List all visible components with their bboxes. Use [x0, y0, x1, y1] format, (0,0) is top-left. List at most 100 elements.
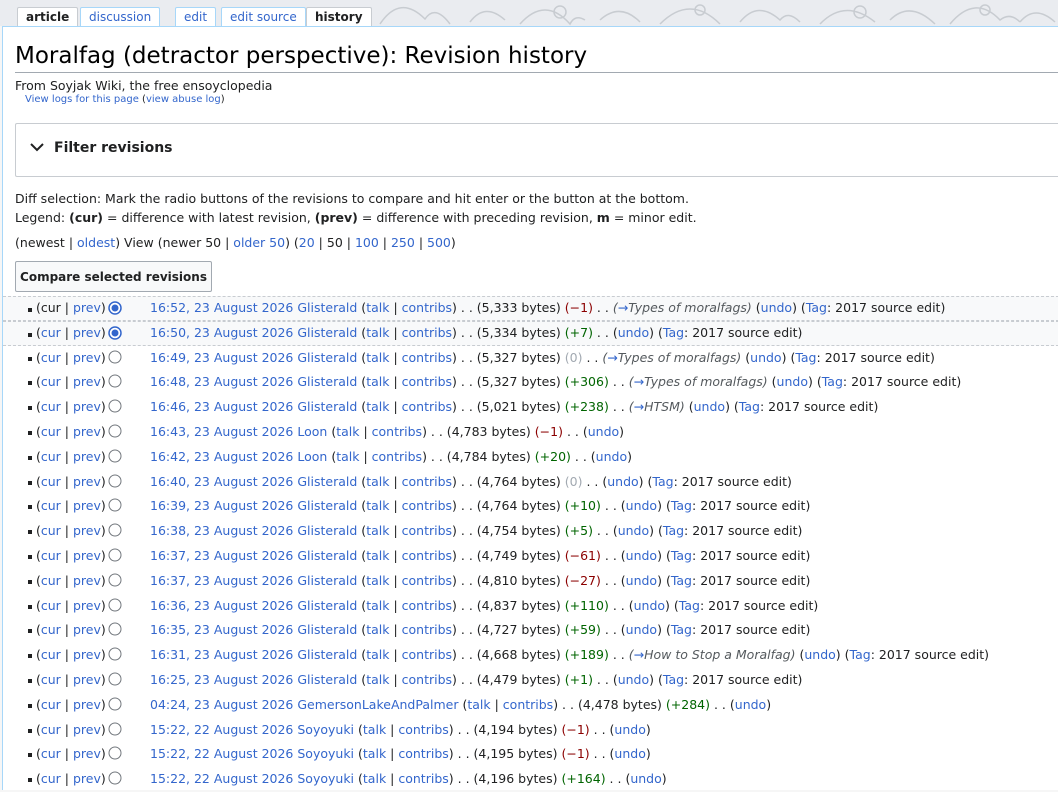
undo-link[interactable]: undo [777, 374, 808, 389]
undo-link[interactable]: undo [804, 647, 835, 662]
revision-radio[interactable] [108, 647, 122, 661]
cur-link[interactable]: cur [41, 722, 61, 737]
user-contribs-link[interactable]: contribs [402, 548, 452, 563]
revision-timestamp-link[interactable]: 16:39, 23 August 2026 [150, 498, 293, 513]
undo-link[interactable]: undo [614, 746, 645, 761]
undo-link[interactable]: undo [761, 300, 792, 315]
user-talk-link[interactable]: talk [366, 474, 389, 489]
user-link[interactable]: Glisterald [297, 350, 357, 365]
limit-250-link[interactable]: 250 [391, 235, 415, 250]
user-link[interactable]: Glisterald [297, 548, 357, 563]
user-talk-link[interactable]: talk [366, 598, 389, 613]
undo-link[interactable]: undo [626, 498, 657, 513]
user-contribs-link[interactable]: contribs [398, 746, 448, 761]
user-link[interactable]: Glisterald [297, 374, 357, 389]
user-talk-link[interactable]: talk [336, 424, 359, 439]
user-contribs-link[interactable]: contribs [398, 771, 448, 786]
cur-link[interactable]: cur [41, 498, 61, 513]
tab-edit[interactable]: edit [175, 7, 217, 26]
user-talk-link[interactable]: talk [366, 622, 389, 637]
user-contribs-link[interactable]: contribs [398, 722, 448, 737]
user-link[interactable]: Glisterald [297, 573, 357, 588]
user-contribs-link[interactable]: contribs [372, 424, 422, 439]
user-link[interactable]: Glisterald [297, 647, 357, 662]
prev-link[interactable]: prev [73, 722, 101, 737]
prev-link[interactable]: prev [73, 647, 101, 662]
user-talk-link[interactable]: talk [366, 672, 389, 687]
revision-timestamp-link[interactable]: 16:40, 23 August 2026 [150, 474, 293, 489]
tag-link[interactable]: Tag [671, 498, 692, 513]
section-link[interactable]: → [634, 647, 644, 662]
cur-link[interactable]: cur [41, 399, 61, 414]
undo-link[interactable]: undo [694, 399, 725, 414]
prev-link[interactable]: prev [73, 523, 101, 538]
prev-link[interactable]: prev [73, 697, 101, 712]
cur-link[interactable]: cur [41, 548, 61, 563]
revision-timestamp-link[interactable]: 16:50, 23 August 2026 [150, 325, 293, 340]
user-contribs-link[interactable]: contribs [402, 573, 452, 588]
user-contribs-link[interactable]: contribs [402, 523, 452, 538]
user-contribs-link[interactable]: contribs [402, 474, 452, 489]
cur-link[interactable]: cur [41, 647, 61, 662]
undo-link[interactable]: undo [588, 424, 619, 439]
tag-link[interactable]: Tag [671, 622, 692, 637]
user-link[interactable]: Loon [297, 424, 327, 439]
prev-link[interactable]: prev [73, 449, 101, 464]
revision-timestamp-link[interactable]: 15:22, 22 August 2026 [150, 746, 293, 761]
tag-link[interactable]: Tag [679, 598, 700, 613]
cur-link[interactable]: cur [41, 523, 61, 538]
revision-radio[interactable] [108, 573, 122, 587]
revision-timestamp-link[interactable]: 16:48, 23 August 2026 [150, 374, 293, 389]
user-contribs-link[interactable]: contribs [402, 350, 452, 365]
user-link[interactable]: Glisterald [297, 622, 357, 637]
revision-radio[interactable] [108, 424, 122, 438]
revision-timestamp-link[interactable]: 16:43, 23 August 2026 [150, 424, 293, 439]
undo-link[interactable]: undo [614, 722, 645, 737]
user-link[interactable]: Loon [297, 449, 327, 464]
revision-timestamp-link[interactable]: 16:37, 23 August 2026 [150, 548, 293, 563]
user-talk-link[interactable]: talk [467, 697, 490, 712]
revision-radio[interactable] [108, 622, 122, 636]
prev-link[interactable]: prev [73, 672, 101, 687]
user-talk-link[interactable]: talk [366, 374, 389, 389]
cur-link[interactable]: cur [41, 449, 61, 464]
user-link[interactable]: Glisterald [297, 672, 357, 687]
compare-revisions-button[interactable]: Compare selected revisions [15, 261, 212, 292]
revision-timestamp-link[interactable]: 16:37, 23 August 2026 [150, 573, 293, 588]
prev-link[interactable]: prev [73, 548, 101, 563]
revision-radio[interactable] [108, 350, 122, 364]
user-link[interactable]: GemersonLakeAndPalmer [297, 697, 458, 712]
cur-link[interactable]: cur [41, 672, 61, 687]
cur-link[interactable]: cur [41, 573, 61, 588]
revision-radio[interactable] [108, 523, 122, 537]
prev-link[interactable]: prev [73, 622, 101, 637]
view-abuse-log-link[interactable]: view abuse log [146, 94, 221, 105]
prev-link[interactable]: prev [73, 300, 101, 315]
user-contribs-link[interactable]: contribs [402, 374, 452, 389]
section-link[interactable]: → [618, 300, 628, 315]
tag-link[interactable]: Tag [850, 647, 871, 662]
section-link[interactable]: → [607, 350, 617, 365]
prev-link[interactable]: prev [73, 474, 101, 489]
nav-oldest-link[interactable]: oldest [77, 235, 115, 250]
user-link[interactable]: Soyoyuki [297, 746, 354, 761]
prev-link[interactable]: prev [73, 424, 101, 439]
user-contribs-link[interactable]: contribs [402, 647, 452, 662]
undo-link[interactable]: undo [626, 622, 657, 637]
undo-link[interactable]: undo [626, 548, 657, 563]
user-link[interactable]: Glisterald [297, 300, 357, 315]
undo-link[interactable]: undo [634, 598, 665, 613]
user-contribs-link[interactable]: contribs [372, 449, 422, 464]
prev-link[interactable]: prev [73, 350, 101, 365]
cur-link[interactable]: cur [41, 746, 61, 761]
user-talk-link[interactable]: talk [366, 300, 389, 315]
revision-radio[interactable] [108, 697, 122, 711]
revision-radio[interactable] [108, 374, 122, 388]
user-contribs-link[interactable]: contribs [402, 498, 452, 513]
tag-link[interactable]: Tag [663, 672, 684, 687]
user-talk-link[interactable]: talk [366, 523, 389, 538]
user-talk-link[interactable]: talk [366, 498, 389, 513]
tag-link[interactable]: Tag [795, 350, 816, 365]
tag-link[interactable]: Tag [739, 399, 760, 414]
revision-radio[interactable] [108, 548, 122, 562]
